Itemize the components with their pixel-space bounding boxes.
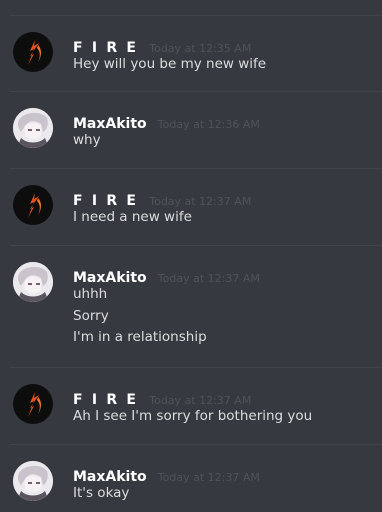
message-line: why	[73, 132, 101, 148]
message-divider	[10, 168, 382, 169]
message-timestamp: Today at 12:36 AM	[157, 118, 260, 131]
message-line: Hey will you be my new wife	[73, 56, 267, 72]
message-line: Sorry	[73, 307, 109, 324]
message-timestamp: Today at 12:37 AM	[157, 471, 260, 484]
anime-character-avatar[interactable]	[13, 108, 53, 148]
message-line: uhhh	[73, 286, 108, 302]
message-divider	[10, 245, 382, 246]
message-divider	[10, 91, 382, 92]
message-divider	[10, 367, 382, 368]
message-divider	[10, 444, 382, 445]
message-line: It's okay	[73, 485, 130, 501]
fire-flame-avatar[interactable]	[13, 384, 53, 424]
anime-character-avatar[interactable]	[13, 262, 53, 302]
message-line: I'm in a relationship	[73, 329, 207, 345]
fire-flame-avatar[interactable]	[13, 32, 53, 72]
anime-character-avatar[interactable]	[13, 461, 53, 501]
fire-flame-avatar[interactable]	[13, 185, 53, 225]
message-line: I need a new wife	[73, 209, 192, 225]
message-divider	[10, 15, 382, 16]
message-line: Ah I see I'm sorry for bothering you	[73, 408, 313, 424]
